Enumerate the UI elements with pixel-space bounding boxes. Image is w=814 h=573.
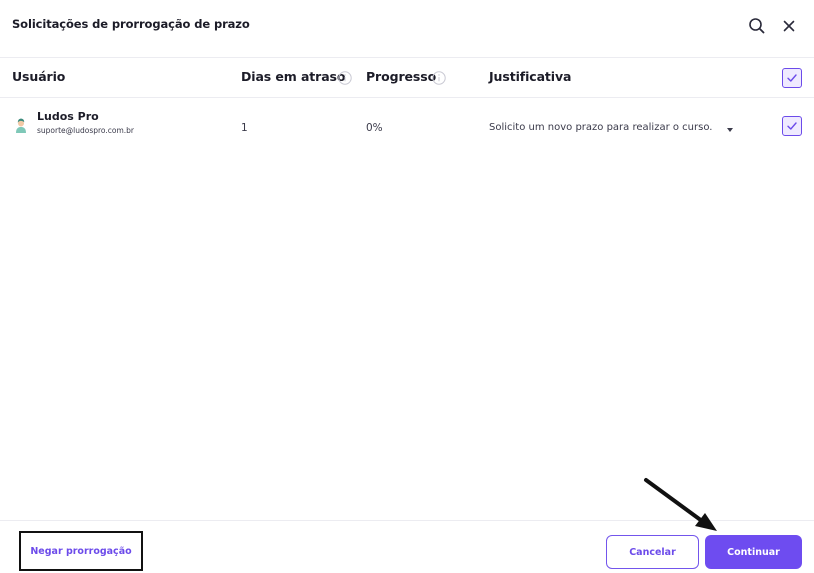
extension-requests-dialog: Solicitações de prorrogação de prazo Usu… (0, 0, 814, 573)
column-justification: Justificativa (489, 69, 572, 84)
check-icon (787, 74, 797, 82)
dialog-header: Solicitações de prorrogação de prazo (0, 0, 814, 58)
dialog-title: Solicitações de prorrogação de prazo (12, 17, 250, 31)
cancel-button[interactable]: Cancelar (606, 535, 699, 569)
user-email: suporte@ludospro.com.br (37, 126, 135, 135)
days-late-value: 1 (241, 122, 248, 134)
caret-down-icon (727, 128, 733, 132)
continue-button[interactable]: Continuar (705, 535, 802, 569)
check-icon (787, 122, 797, 130)
justification-select[interactable]: Solicito um novo prazo para realizar o c… (489, 120, 739, 138)
column-days-late: Dias em atraso (241, 69, 346, 84)
column-progress: Progresso (366, 69, 437, 84)
column-user: Usuário (12, 69, 66, 84)
info-icon[interactable] (338, 70, 352, 85)
annotation-arrow-icon (644, 478, 717, 531)
progress-value: 0% (366, 122, 383, 134)
row-checkbox[interactable] (782, 116, 802, 136)
deny-extension-button[interactable]: Negar prorrogação (19, 531, 143, 571)
select-all-checkbox[interactable] (782, 68, 802, 88)
close-icon[interactable] (780, 17, 798, 35)
justification-value: Solicito um novo prazo para realizar o c… (489, 122, 713, 133)
table-row: Ludos Pro suporte@ludospro.com.br 1 0% S… (0, 98, 814, 158)
info-icon[interactable] (432, 70, 446, 85)
avatar (14, 117, 28, 133)
search-icon[interactable] (748, 17, 766, 35)
table-header: Usuário Dias em atraso Progresso Justifi… (0, 58, 814, 98)
user-name: Ludos Pro (37, 110, 99, 123)
